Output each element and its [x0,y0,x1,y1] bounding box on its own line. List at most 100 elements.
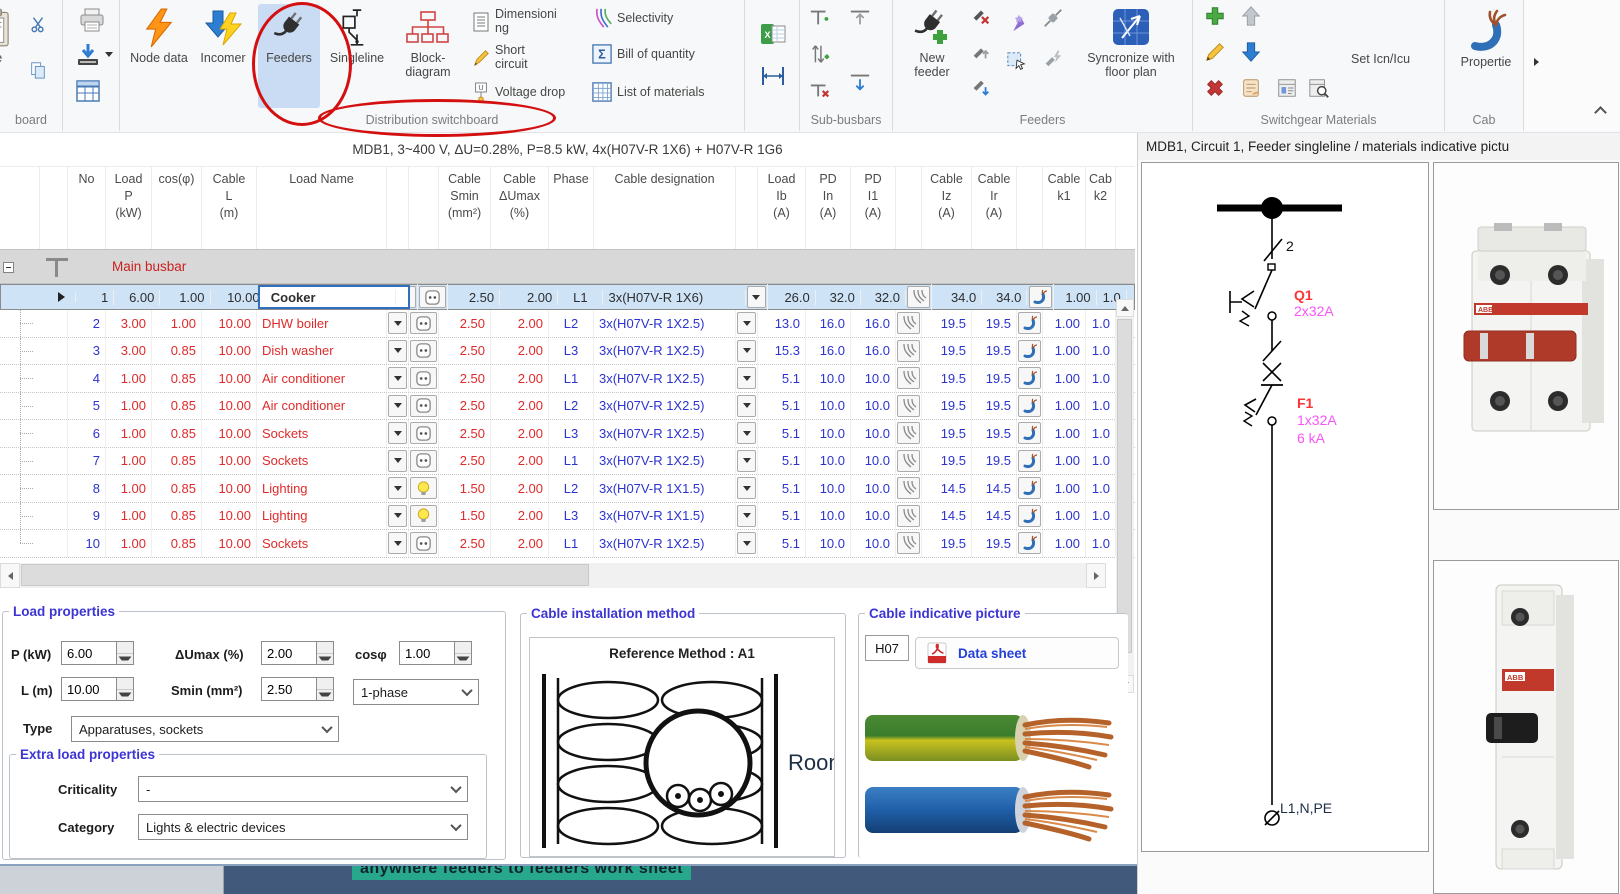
cell-sel[interactable] [40,365,68,392]
cell-no[interactable]: 9 [68,502,106,529]
trip-curve-button[interactable] [897,312,920,335]
grid-row-6[interactable]: 6 1.00 0.85 10.00 Sockets 2.50 2.00 L3 3x(H07V-R… [0,420,1135,448]
cell-cos[interactable]: 0.85 [152,530,202,557]
cell-desig[interactable]: 3x(H07V-R 1X2.5) [594,310,736,337]
cell-phase[interactable]: L2 [549,475,594,502]
p-value[interactable]: 6.00 [61,641,117,665]
cell-desig[interactable]: 3x(H07V-R 1X2.5) [594,337,736,364]
cell-sel[interactable] [40,502,68,529]
material-card-button[interactable] [1275,76,1299,100]
sync-floorplan-button[interactable]: Syncronize with floor plan [1079,4,1183,80]
cell-cableicon[interactable] [1017,475,1043,502]
p-up-button[interactable] [117,642,133,654]
cell-smin[interactable]: 2.50 [439,337,491,364]
cable-detail-button[interactable] [1018,394,1041,417]
cell-no[interactable]: 3 [68,337,106,364]
load-name-dropdown-button[interactable] [388,532,407,555]
short-circuit-button[interactable]: Short circuit [472,43,588,72]
cell-smin[interactable]: 2.50 [439,365,491,392]
cell-k2[interactable]: 1.0 [1086,420,1116,447]
copy-button[interactable] [26,58,50,82]
load-type-socket-button[interactable] [419,286,446,308]
cell-namedd[interactable] [387,337,409,364]
cell-typeicon[interactable] [409,447,439,474]
scroll-right-button[interactable] [1086,563,1106,588]
cell-desigdd[interactable] [736,392,758,419]
cell-phase[interactable]: L1 [549,365,594,392]
cell-cableicon[interactable] [1017,392,1043,419]
cell-i1[interactable]: 16.0 [851,337,896,364]
cell-curve[interactable] [896,475,922,502]
column-header-ir[interactable]: Cable Ir (A) [972,167,1017,249]
cell-name[interactable]: Cooker [266,289,396,305]
column-header-k1[interactable]: Cable k1 [1043,167,1086,249]
cell-iz[interactable]: 19.5 [922,447,972,474]
move-feeder-subbusbar-button[interactable] [808,42,832,66]
cell-phase[interactable]: L3 [549,420,594,447]
edit-material-button[interactable] [1203,40,1227,64]
column-header-l[interactable]: Cable L (m) [202,167,257,249]
table-view-button[interactable] [73,76,103,106]
cell-k1[interactable]: 1.00 [1043,420,1086,447]
material-search-button[interactable] [1307,76,1331,100]
delete-feeder-button[interactable] [969,4,993,28]
load-name-dropdown-button[interactable] [388,449,407,472]
load-type-socket-button[interactable] [410,394,437,417]
cell-desigdd[interactable] [736,337,758,364]
cell-inn[interactable]: 16.0 [806,337,851,364]
cell-k1[interactable]: 1.00 [1043,365,1086,392]
excel-export-button[interactable]: X [759,20,787,48]
cell-i1[interactable]: 10.0 [851,530,896,557]
cell-k2[interactable]: 1.0 [1086,310,1116,337]
trip-curve-button[interactable] [907,286,931,308]
column-header-no[interactable]: No [68,167,106,249]
cable-designation-dropdown-button[interactable] [737,422,756,445]
subbusbar-down-button[interactable] [848,70,872,94]
cos-up-button[interactable] [455,642,471,654]
tree-collapse-button[interactable] [3,262,14,273]
cell-k1[interactable]: 1.00 [1043,447,1086,474]
cell-dumax[interactable]: 2.00 [491,530,549,557]
cell-ir[interactable]: 14.5 [972,475,1017,502]
cell-l[interactable]: 10.00 [202,365,257,392]
cell-k2[interactable]: 1.0 [1086,502,1116,529]
cell-cos[interactable]: 0.85 [152,392,202,419]
cable-detail-button[interactable] [1018,339,1041,362]
cell-i1[interactable]: 10.0 [851,392,896,419]
cell-cos[interactable]: 0.85 [152,420,202,447]
cell-typeicon[interactable] [409,530,439,557]
block-diagram-button[interactable]: Block-diagram [394,4,462,80]
cell-l[interactable]: 10.00 [202,392,257,419]
cell-ir[interactable]: 19.5 [972,365,1017,392]
cell-namedd[interactable] [396,284,418,310]
load-name-dropdown-button[interactable] [388,504,407,527]
cell-l[interactable]: 10.00 [202,310,257,337]
cell-cableicon[interactable] [1017,502,1043,529]
category-select[interactable]: Lights & electric devices [138,814,468,840]
load-type-socket-button[interactable] [410,532,437,555]
print-button[interactable] [77,6,107,36]
busbar-dimension-button[interactable] [759,62,787,90]
cell-cos[interactable]: 0.85 [152,475,202,502]
cable-designation-dropdown-button[interactable] [737,477,756,500]
cell-inn[interactable]: 32.0 [816,289,861,305]
move-feeder-down-button[interactable] [969,76,993,100]
criticality-select[interactable]: - [138,776,468,802]
cell-i1[interactable]: 10.0 [851,502,896,529]
feeders-button[interactable]: Feeders [258,4,320,108]
grid-hscrollbar[interactable] [0,563,1106,588]
cell-cos[interactable]: 0.85 [152,447,202,474]
cell-iz[interactable]: 14.5 [922,475,972,502]
material-notes-button[interactable] [1239,76,1263,100]
cable-detail-button[interactable] [1018,422,1041,445]
cell-ir[interactable]: 19.5 [972,392,1017,419]
cell-typeicon[interactable] [409,392,439,419]
node-data-button[interactable]: Node data [128,4,190,65]
cos-value[interactable]: 1.00 [399,641,455,665]
l-up-button[interactable] [117,678,133,690]
column-header-i1[interactable]: PD I1 (A) [851,167,896,249]
cell-k2[interactable]: 1.0 [1086,530,1116,557]
cell-i1[interactable]: 10.0 [851,475,896,502]
cell-curve[interactable] [896,502,922,529]
cell-inn[interactable]: 16.0 [806,310,851,337]
